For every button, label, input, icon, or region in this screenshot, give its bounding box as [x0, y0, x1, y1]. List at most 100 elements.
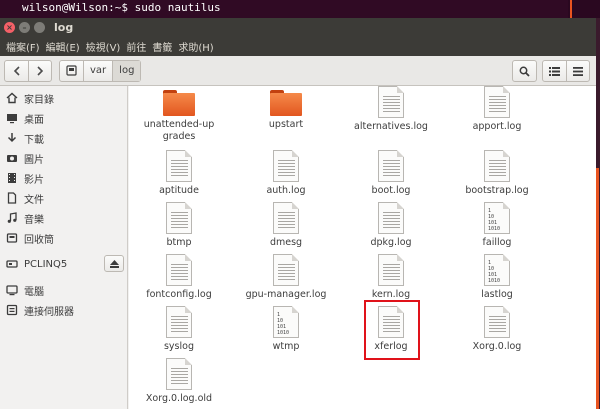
text-file-icon	[273, 202, 299, 234]
file-name: unattended-upgrades	[143, 119, 215, 142]
download-icon	[6, 132, 18, 144]
file-item[interactable]: 1 10 101 1010 wtmp	[236, 306, 336, 353]
sidebar-item-music[interactable]: 音樂	[0, 208, 127, 228]
file-item[interactable]: apport.log	[447, 86, 547, 133]
sidebar-item-pictures[interactable]: 圖片	[0, 148, 127, 168]
breadcrumb-var[interactable]: var	[83, 60, 112, 81]
file-item[interactable]: syslog	[129, 306, 229, 353]
terminal-scrollbar[interactable]	[568, 0, 600, 18]
camera-icon	[6, 152, 18, 164]
file-name: wtmp	[272, 341, 300, 352]
file-item[interactable]: dpkg.log	[341, 202, 441, 249]
file-name: Xorg.0.log	[472, 341, 522, 352]
file-name: dmesg	[269, 237, 303, 248]
menu-help[interactable]: 求助(H)	[175, 39, 216, 54]
breadcrumb-root[interactable]	[60, 61, 83, 81]
forward-button[interactable]	[28, 60, 51, 81]
text-file-icon	[166, 150, 192, 182]
file-item[interactable]: unattended-upgrades	[129, 86, 229, 143]
terminal-prompt: wilson@Wilson:~$ sudo nautilus	[22, 1, 221, 14]
search-button[interactable]	[513, 61, 536, 81]
list-view-button[interactable]	[543, 61, 566, 81]
file-item[interactable]: Xorg.0.log.old	[129, 358, 229, 405]
sidebar-item-label: 圖片	[24, 154, 44, 166]
file-name: bootstrap.log	[465, 185, 529, 196]
file-name: syslog	[163, 341, 194, 352]
sidebar-item-connect-server[interactable]: 連接伺服器	[0, 300, 127, 320]
file-item[interactable]: upstart	[236, 86, 336, 131]
sidebar-item-label: 音樂	[24, 214, 44, 226]
file-name: lastlog	[481, 289, 513, 300]
sidebar-item-label: 家目錄	[24, 94, 54, 106]
file-item[interactable]: btmp	[129, 202, 229, 249]
folder-icon	[270, 90, 302, 116]
minimize-button[interactable]: –	[19, 22, 30, 33]
highlight-box	[364, 300, 420, 360]
sidebar-item-label: 回收筒	[24, 234, 54, 246]
file-item[interactable]: aptitude	[129, 150, 229, 197]
text-file-icon	[484, 306, 510, 338]
text-file-icon	[378, 86, 404, 118]
sidebar-item-label: 文件	[24, 194, 44, 206]
sidebar-item-label: 電腦	[24, 286, 44, 298]
text-file-icon	[484, 86, 510, 118]
search-icon	[519, 66, 530, 77]
sidebar-item-documents[interactable]: 文件	[0, 188, 127, 208]
file-item[interactable]: dmesg	[236, 202, 336, 249]
folder-icon	[163, 90, 195, 116]
file-item[interactable]: auth.log	[236, 150, 336, 197]
text-file-icon	[378, 254, 404, 286]
file-name: upstart	[268, 119, 304, 130]
file-item[interactable]: gpu-manager.log	[236, 254, 336, 301]
sidebar-item-trash[interactable]: 回收筒	[0, 228, 127, 248]
sidebar-item-videos[interactable]: 影片	[0, 168, 127, 188]
menu-bookmarks[interactable]: 書籤	[149, 39, 175, 54]
text-file-icon	[166, 306, 192, 338]
eject-button[interactable]	[104, 255, 124, 272]
drive-icon	[6, 258, 18, 270]
window-title: log	[54, 21, 74, 34]
text-file-icon	[166, 254, 192, 286]
file-item[interactable]: alternatives.log	[341, 86, 441, 133]
back-button[interactable]	[5, 61, 28, 81]
sidebar-item-pclinq5[interactable]: PCLINQ5	[0, 254, 127, 274]
sidebar: 家目錄 桌面 下載 圖片 影片 文件 音樂 回收筒 PCLINQ5 電腦 連接伺…	[0, 86, 128, 409]
background-window-edge	[596, 18, 600, 409]
file-item[interactable]: fontconfig.log	[129, 254, 229, 301]
binary-file-icon: 1 10 101 1010	[484, 202, 510, 234]
menu-view[interactable]: 檢視(V)	[83, 39, 124, 54]
sidebar-item-desktop[interactable]: 桌面	[0, 108, 127, 128]
desktop-icon	[6, 112, 18, 124]
binary-glyph: 1 10 101 1010	[488, 208, 501, 232]
file-item[interactable]: 1 10 101 1010 faillog	[447, 202, 547, 249]
file-view-scrollbar[interactable]	[591, 86, 596, 409]
server-icon	[6, 304, 18, 316]
maximize-button[interactable]	[34, 22, 45, 33]
sidebar-item-home[interactable]: 家目錄	[0, 88, 127, 108]
breadcrumb-log[interactable]: log	[112, 60, 141, 81]
sidebar-item-downloads[interactable]: 下載	[0, 128, 127, 148]
file-item[interactable]: boot.log	[341, 150, 441, 197]
menu-go[interactable]: 前往	[123, 39, 149, 54]
menu-button[interactable]	[566, 61, 589, 81]
file-item[interactable]: Xorg.0.log	[447, 306, 547, 353]
terminal-line: wilson@Wilson:~$ sudo nautilus	[0, 0, 600, 18]
nav-buttons	[4, 59, 52, 82]
menu-edit[interactable]: 編輯(E)	[43, 39, 83, 54]
file-item[interactable]: kern.log	[341, 254, 441, 301]
sidebar-item-computer[interactable]: 電腦	[0, 280, 127, 300]
menu-file[interactable]: 檔案(F)	[3, 39, 43, 54]
close-button[interactable]: ×	[4, 22, 15, 33]
list-icon	[549, 66, 560, 76]
titlebar: × – log	[0, 18, 596, 37]
text-file-icon	[484, 150, 510, 182]
sidebar-item-label: 桌面	[24, 114, 44, 126]
file-item[interactable]: 1 10 101 1010 lastlog	[447, 254, 547, 301]
chevron-left-icon	[13, 65, 20, 76]
file-item[interactable]: bootstrap.log	[447, 150, 547, 197]
search-group	[512, 60, 537, 82]
text-file-icon	[166, 358, 192, 390]
file-name: apport.log	[472, 121, 522, 132]
eject-icon	[109, 259, 119, 268]
hamburger-icon	[573, 66, 583, 76]
